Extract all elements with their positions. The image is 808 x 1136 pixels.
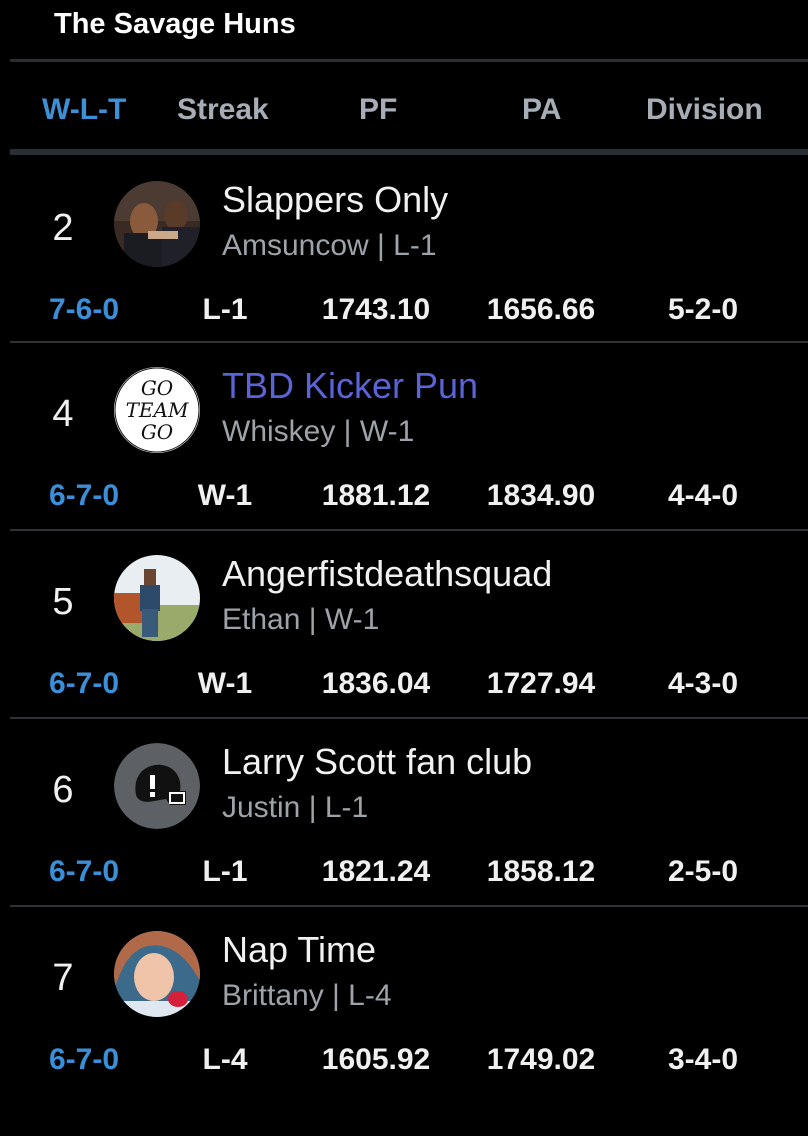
team-name[interactable]: Angerfistdeathsquad <box>222 553 552 595</box>
team-row[interactable]: 6 Larry Scott fan club Justin | L-1 6-7-… <box>0 717 808 905</box>
team-pf: 1881.12 <box>321 479 431 512</box>
team-rank: 2 <box>52 207 74 249</box>
team-rank: 6 <box>52 769 74 811</box>
team-avatar[interactable] <box>114 931 200 1017</box>
team-owner-streak: Justin | L-1 <box>222 791 369 824</box>
team-wlt: 6-7-0 <box>48 1043 120 1076</box>
team-owner-streak: Brittany | L-4 <box>222 979 392 1012</box>
team-avatar[interactable]: GO TEAM GO <box>114 367 200 453</box>
team-rank: 5 <box>52 581 74 623</box>
team-row[interactable]: 4 GO TEAM GO TBD Kicker Pun Whiskey | W-… <box>0 341 808 529</box>
svg-text:GO: GO <box>141 420 173 444</box>
team-division-record: 4-4-0 <box>667 479 739 512</box>
league-title: The Savage Huns <box>54 8 296 40</box>
team-pf: 1605.92 <box>321 1043 431 1076</box>
team-avatar[interactable] <box>114 555 200 641</box>
team-streak: L-1 <box>202 293 248 326</box>
team-owner-streak: Ethan | W-1 <box>222 603 380 636</box>
team-row[interactable]: 5 Angerfistdeathsquad Ethan | W-1 6-7-0 … <box>0 529 808 717</box>
helmet-icon[interactable] <box>114 743 200 829</box>
team-division-record: 2-5-0 <box>667 855 739 888</box>
column-header-pa[interactable]: PA <box>522 84 561 136</box>
team-pa: 1727.94 <box>486 667 596 700</box>
team-name[interactable]: Nap Time <box>222 929 376 971</box>
team-division-record: 3-4-0 <box>667 1043 739 1076</box>
row-divider <box>10 341 808 343</box>
team-name[interactable]: Larry Scott fan club <box>222 741 532 783</box>
team-rank: 4 <box>52 393 74 435</box>
team-name[interactable]: Slappers Only <box>222 179 448 221</box>
team-wlt: 6-7-0 <box>48 855 120 888</box>
team-streak: W-1 <box>197 479 253 512</box>
team-wlt: 7-6-0 <box>48 293 120 326</box>
team-rank: 7 <box>52 957 74 999</box>
team-row[interactable]: 7 Nap Time Brittany | L-4 6-7-0 L-4 1605… <box>0 905 808 1093</box>
team-pf: 1743.10 <box>321 293 431 326</box>
row-divider <box>10 905 808 907</box>
team-pa: 1656.66 <box>486 293 596 326</box>
svg-text:TEAM: TEAM <box>126 398 189 422</box>
team-streak: L-4 <box>202 1043 248 1076</box>
team-owner-streak: Whiskey | W-1 <box>222 415 415 448</box>
team-wlt: 6-7-0 <box>48 667 120 700</box>
divider <box>10 59 808 62</box>
svg-text:GO: GO <box>141 376 173 400</box>
team-owner-streak: Amsuncow | L-1 <box>222 229 437 262</box>
team-pa: 1749.02 <box>486 1043 596 1076</box>
team-row[interactable]: 2 Slappers Only Amsuncow | L-1 7-6-0 L-1… <box>0 155 808 343</box>
team-pf: 1836.04 <box>321 667 431 700</box>
team-division-record: 4-3-0 <box>667 667 739 700</box>
column-header-streak[interactable]: Streak <box>177 84 269 136</box>
column-header-row: W-L-T Streak PF PA Division <box>0 84 808 136</box>
column-header-pf[interactable]: PF <box>359 84 397 136</box>
team-pa: 1834.90 <box>486 479 596 512</box>
team-pf: 1821.24 <box>321 855 431 888</box>
team-division-record: 5-2-0 <box>667 293 739 326</box>
row-divider <box>10 529 808 531</box>
team-avatar[interactable] <box>114 181 200 267</box>
team-wlt: 6-7-0 <box>48 479 120 512</box>
team-streak: L-1 <box>202 855 248 888</box>
team-pa: 1858.12 <box>486 855 596 888</box>
column-header-wlt[interactable]: W-L-T <box>42 84 126 136</box>
team-streak: W-1 <box>197 667 253 700</box>
row-divider <box>10 717 808 719</box>
column-header-division[interactable]: Division <box>646 84 763 136</box>
team-name[interactable]: TBD Kicker Pun <box>222 365 478 407</box>
